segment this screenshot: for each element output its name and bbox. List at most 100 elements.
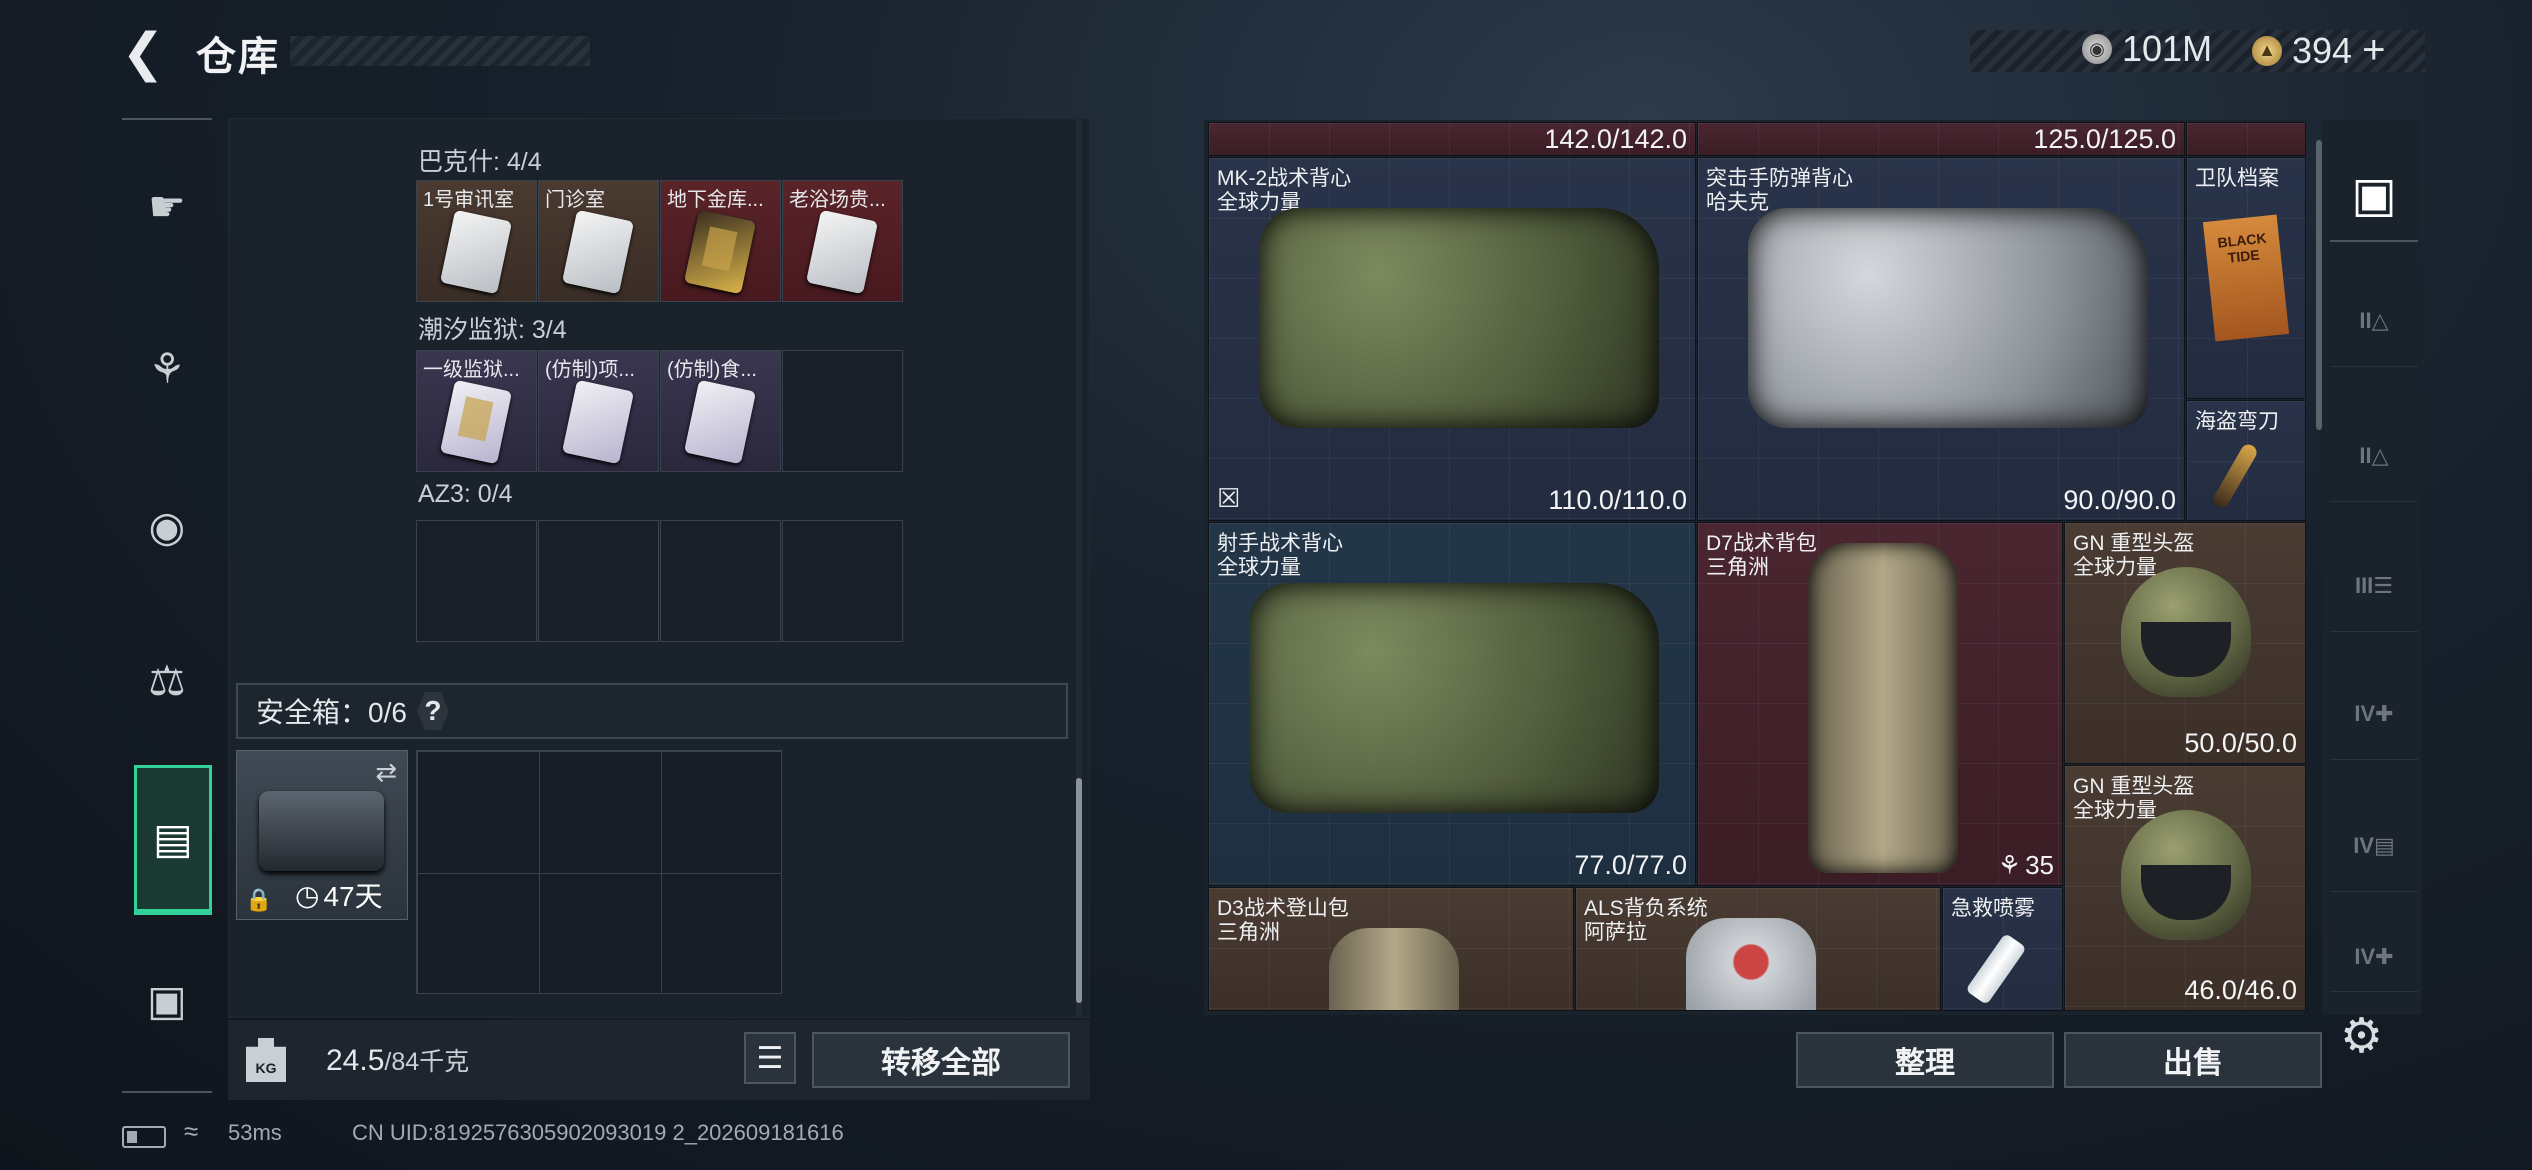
backpack-image [1808, 543, 1958, 873]
book-icon: BLACK TIDE [2202, 214, 2290, 342]
tab-storage-3[interactable]: II △ [2330, 410, 2418, 502]
clock-icon: ◷ [295, 879, 320, 911]
carrier-image [1686, 918, 1816, 1010]
key-card-slot[interactable]: 地下金库... [660, 180, 781, 302]
item-first-aid-spray[interactable]: 急救喷雾 [1942, 887, 2063, 1011]
nav-safe-box-icon[interactable]: ▤ [134, 765, 212, 915]
key-card-slot[interactable]: (仿制)食... [660, 350, 781, 472]
vest-image [1748, 208, 2148, 428]
item-als-carrier[interactable]: ALS背负系统 阿萨拉 [1575, 887, 1941, 1011]
tab-storage-4[interactable]: III ☰ [2330, 540, 2418, 632]
uid-readout: CN UID:8192576305902093019 2_20260918161… [352, 1120, 844, 1145]
item-guard-file[interactable]: 卫队档案 BLACK TIDE [2186, 157, 2306, 399]
section-label-bakesh: 巴克什: 4/4 [418, 148, 542, 176]
helmet-image [2121, 810, 2251, 940]
backpack-image [1329, 928, 1459, 1010]
section-bakesh-slots: 1号审讯室 门诊室 地下金库... 老浴场贵... [416, 180, 906, 304]
left-scrollbar[interactable] [1076, 778, 1082, 1003]
briefcase-icon [259, 791, 384, 871]
tab-storage-7[interactable]: IV ✚ [2330, 922, 2418, 992]
item-pirate-cutlass[interactable]: 海盗弯刀 [2186, 400, 2306, 521]
key-card-icon [561, 209, 635, 295]
tab-storage-main[interactable]: ▣ [2330, 150, 2418, 242]
knife-icon [2210, 441, 2260, 511]
item-marksman-vest[interactable]: 射手战术背心 全球力量 77.0/77.0 [1208, 522, 1696, 886]
section-label-az3: AZ3: 0/4 [418, 480, 513, 508]
help-icon[interactable]: ? [416, 692, 449, 730]
category-nav [122, 118, 212, 1093]
item-partial-top[interactable] [2186, 122, 2306, 156]
gold-amount: 394 [2292, 29, 2353, 71]
list-view-button[interactable]: ☰ [744, 1032, 796, 1084]
add-currency-button[interactable]: + [2362, 28, 2385, 73]
safe-box-header: 安全箱：0/6 ? [236, 683, 1068, 739]
key-card-icon [439, 209, 513, 295]
nav-armor-icon[interactable]: ⚘ [122, 318, 212, 418]
nav-backpack-icon[interactable]: ⚖ [122, 630, 212, 730]
safe-box-case[interactable]: ⇄ 🔒 ◷ 47天 [236, 750, 408, 920]
back-button[interactable]: ❮ [118, 24, 168, 82]
vest-image [1249, 583, 1659, 813]
spray-icon [1965, 932, 2027, 1006]
item-partial-top[interactable]: 125.0/125.0 [1697, 122, 2185, 156]
section-label-tidal-prison: 潮汐监狱: 3/4 [418, 316, 567, 344]
key-card-icon [683, 379, 757, 465]
organize-button[interactable]: 整理 [1796, 1032, 2054, 1088]
empty-key-slot[interactable] [782, 350, 903, 472]
silver-coin-icon: ◉ [2082, 34, 2112, 64]
page-title: 仓库 [196, 35, 280, 79]
wifi-icon: ≈ [184, 1116, 199, 1146]
gold-coin-icon: ▲ [2252, 35, 2282, 66]
expiry-timer: ◷ 47天 [295, 879, 383, 913]
ping-readout: 53ms [228, 1120, 282, 1145]
item-d3-backpack[interactable]: D3战术登山包 三角洲 [1208, 887, 1574, 1011]
key-card-slot[interactable]: 门诊室 [538, 180, 659, 302]
key-card-icon [805, 209, 879, 295]
settings-gear-icon[interactable]: ⚙ [2340, 1008, 2383, 1064]
section-tidal-prison-slots: 一级监狱... (仿制)项... (仿制)食... [416, 350, 906, 474]
safe-box-label: 安全箱：0/6 [256, 697, 407, 728]
helmet-image [2121, 567, 2251, 697]
empty-key-slot[interactable] [416, 520, 537, 642]
currency-gold[interactable]: ▲ 394 + [2252, 28, 2385, 73]
capacity-readout: ⚘ 35 [1997, 850, 2054, 880]
capacity-icon: ⚘ [1997, 850, 2022, 880]
key-card-slot[interactable]: 一级监狱... [416, 350, 537, 472]
battery-icon [122, 1126, 166, 1148]
weight-readout: 24.5/84千克 [326, 1044, 470, 1077]
tab-storage-2[interactable]: II △ [2330, 275, 2418, 367]
nav-toolbox-icon[interactable]: ▣ [122, 950, 212, 1050]
empty-key-slot[interactable] [660, 520, 781, 642]
vest-image [1259, 208, 1659, 428]
item-gn-helmet[interactable]: GN 重型头盔 全球力量 50.0/50.0 [2064, 522, 2306, 764]
tab-storage-5[interactable]: IV ✚ [2330, 668, 2418, 760]
item-mk2-vest[interactable]: MK-2战术背心 全球力量 ☒ 110.0/110.0 [1208, 157, 1696, 521]
nav-vest-icon[interactable]: ◉ [122, 476, 212, 576]
nav-weapons-icon[interactable]: ☛ [122, 156, 212, 256]
item-assault-vest[interactable]: 突击手防弹背心 哈夫克 90.0/90.0 [1697, 157, 2185, 521]
list-icon: ☰ [756, 1041, 784, 1075]
key-card-icon [683, 209, 757, 295]
section-az3-slots [416, 520, 906, 644]
sell-button[interactable]: 出售 [2064, 1032, 2322, 1088]
silver-amount: 101M [2122, 28, 2213, 69]
key-card-slot[interactable]: 1号审讯室 [416, 180, 537, 302]
empty-key-slot[interactable] [782, 520, 903, 642]
currency-silver: ◉ 101M [2082, 28, 2212, 70]
key-card-icon [561, 379, 635, 465]
key-card-slot[interactable]: 老浴场贵... [782, 180, 903, 302]
title-decoration [290, 36, 590, 66]
lock-icon: 🔒 [245, 887, 273, 912]
key-card-icon [439, 379, 513, 465]
storage-icon: ▣ [2351, 169, 2397, 222]
no-insure-icon: ☒ [1217, 483, 1241, 513]
swap-icon[interactable]: ⇄ [375, 757, 397, 788]
empty-key-slot[interactable] [538, 520, 659, 642]
key-card-slot[interactable]: (仿制)项... [538, 350, 659, 472]
item-d7-backpack[interactable]: D7战术背包 三角洲 ⚘ 35 [1697, 522, 2063, 886]
item-gn-helmet[interactable]: GN 重型头盔 全球力量 46.0/46.0 [2064, 765, 2306, 1011]
item-partial-top[interactable]: 142.0/142.0 [1208, 122, 1696, 156]
safe-box-grid[interactable] [416, 750, 782, 994]
transfer-all-button[interactable]: 转移全部 [812, 1032, 1070, 1088]
tab-storage-6[interactable]: IV ▤ [2330, 800, 2418, 892]
